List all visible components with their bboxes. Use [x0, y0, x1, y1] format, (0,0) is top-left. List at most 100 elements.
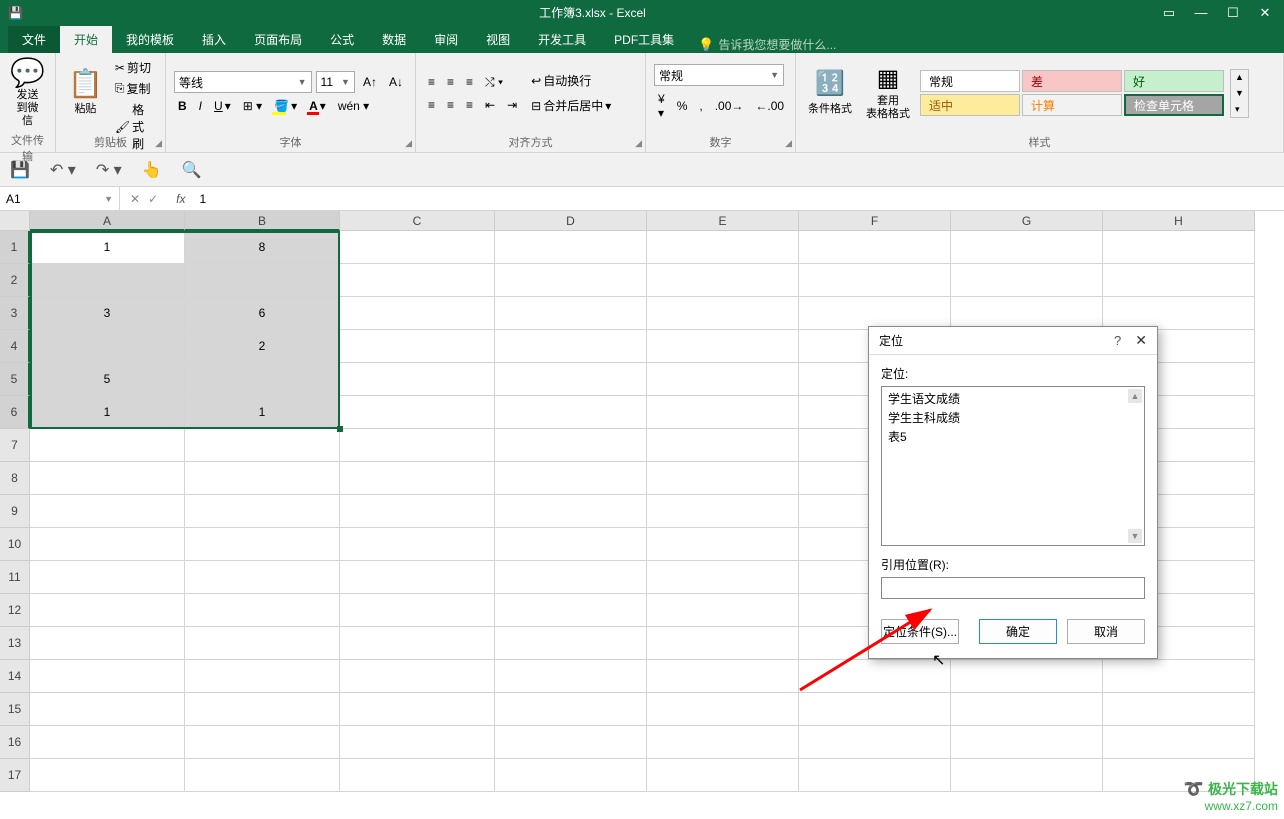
- touch-mode-button[interactable]: 👆: [142, 160, 162, 180]
- cell[interactable]: [495, 528, 647, 561]
- cell[interactable]: [647, 297, 799, 330]
- decrease-font-button[interactable]: A↓: [385, 73, 407, 91]
- font-name-combo[interactable]: 等线▼: [174, 71, 312, 93]
- underline-button[interactable]: U ▾: [210, 97, 235, 115]
- cell[interactable]: [495, 561, 647, 594]
- redo-button[interactable]: ↷ ▾: [96, 160, 122, 180]
- cell[interactable]: [340, 594, 495, 627]
- align-center-button[interactable]: ≡: [443, 96, 458, 114]
- border-button[interactable]: ⊞ ▾: [239, 97, 266, 115]
- cell[interactable]: [495, 660, 647, 693]
- cell[interactable]: [340, 297, 495, 330]
- print-preview-button[interactable]: 🔍: [182, 160, 202, 180]
- scroll-down-icon[interactable]: ▼: [1128, 529, 1142, 543]
- cell[interactable]: [30, 693, 185, 726]
- goto-listbox[interactable]: 学生语文成绩 学生主科成绩 表5 ▲ ▼: [881, 386, 1145, 546]
- cell[interactable]: [647, 462, 799, 495]
- font-launcher-icon[interactable]: ◢: [405, 138, 412, 149]
- styles-up-icon[interactable]: ▲: [1231, 70, 1248, 84]
- row-header[interactable]: 11: [0, 561, 30, 594]
- align-middle-button[interactable]: ≡: [443, 73, 458, 91]
- cell[interactable]: [30, 759, 185, 792]
- row-header[interactable]: 2: [0, 264, 30, 297]
- cell[interactable]: [495, 429, 647, 462]
- align-right-button[interactable]: ≡: [462, 96, 477, 114]
- cell[interactable]: [495, 264, 647, 297]
- italic-button[interactable]: I: [195, 97, 206, 115]
- cell[interactable]: [340, 462, 495, 495]
- cell[interactable]: [951, 759, 1103, 792]
- cell[interactable]: [30, 561, 185, 594]
- font-color-button[interactable]: A ▾: [305, 97, 330, 115]
- cell[interactable]: [647, 396, 799, 429]
- tab-my-templates[interactable]: 我的模板: [112, 26, 188, 53]
- row-header[interactable]: 4: [0, 330, 30, 363]
- cell[interactable]: 3: [30, 297, 185, 330]
- tell-me[interactable]: 💡 告诉我您想要做什么...: [688, 36, 836, 53]
- tab-formulas[interactable]: 公式: [316, 26, 368, 53]
- cell[interactable]: [30, 330, 185, 363]
- cell[interactable]: [185, 759, 340, 792]
- cell[interactable]: [1103, 231, 1255, 264]
- cell[interactable]: [185, 528, 340, 561]
- cell[interactable]: [340, 660, 495, 693]
- tab-insert[interactable]: 插入: [188, 26, 240, 53]
- format-table-button[interactable]: ▦ 套用 表格格式: [862, 63, 914, 123]
- cell[interactable]: [495, 297, 647, 330]
- row-header[interactable]: 14: [0, 660, 30, 693]
- cell[interactable]: [1103, 693, 1255, 726]
- cell[interactable]: [799, 231, 951, 264]
- cell[interactable]: [647, 264, 799, 297]
- cell[interactable]: [340, 363, 495, 396]
- cell[interactable]: [340, 396, 495, 429]
- dec-decimal-button[interactable]: ←.00: [751, 97, 788, 115]
- cell[interactable]: 1: [30, 231, 185, 264]
- cut-button[interactable]: ✂剪切: [111, 57, 157, 78]
- cell[interactable]: [30, 462, 185, 495]
- list-item[interactable]: 学生语文成绩: [884, 389, 1142, 408]
- special-button[interactable]: 定位条件(S)...: [881, 619, 959, 644]
- indent-inc-button[interactable]: ⇥: [503, 96, 521, 114]
- number-launcher-icon[interactable]: ◢: [785, 138, 792, 149]
- cell[interactable]: [647, 759, 799, 792]
- cell[interactable]: 1: [30, 396, 185, 429]
- minimize-icon[interactable]: —: [1186, 0, 1216, 25]
- send-wechat-button[interactable]: 💬 发送 到微信: [8, 57, 47, 130]
- cell[interactable]: [1103, 726, 1255, 759]
- cell[interactable]: [647, 693, 799, 726]
- ribbon-options-icon[interactable]: ▭: [1154, 0, 1184, 25]
- row-header[interactable]: 12: [0, 594, 30, 627]
- undo-button[interactable]: ↶ ▾: [50, 160, 76, 180]
- increase-font-button[interactable]: A↑: [359, 73, 381, 91]
- clipboard-launcher-icon[interactable]: ◢: [155, 138, 162, 149]
- cell[interactable]: [647, 660, 799, 693]
- reference-input[interactable]: [881, 577, 1145, 599]
- cell[interactable]: [495, 693, 647, 726]
- tab-data[interactable]: 数据: [368, 26, 420, 53]
- cell[interactable]: [647, 330, 799, 363]
- cell[interactable]: [340, 759, 495, 792]
- cell[interactable]: 1: [185, 396, 340, 429]
- align-left-button[interactable]: ≡: [424, 96, 439, 114]
- percent-button[interactable]: %: [673, 97, 692, 115]
- name-box[interactable]: A1 ▼: [0, 187, 120, 210]
- fill-handle[interactable]: [337, 426, 343, 432]
- row-header[interactable]: 5: [0, 363, 30, 396]
- col-header[interactable]: C: [340, 211, 495, 231]
- orientation-button[interactable]: ⤭ ▾: [481, 73, 507, 92]
- cell[interactable]: [495, 330, 647, 363]
- font-size-combo[interactable]: 11▼: [316, 71, 355, 93]
- cell[interactable]: [799, 759, 951, 792]
- list-item[interactable]: 表5: [884, 427, 1142, 446]
- row-header[interactable]: 9: [0, 495, 30, 528]
- cell[interactable]: [185, 693, 340, 726]
- row-header[interactable]: 6: [0, 396, 30, 429]
- indent-dec-button[interactable]: ⇤: [481, 96, 499, 114]
- cell[interactable]: [340, 495, 495, 528]
- cell[interactable]: [647, 429, 799, 462]
- cell[interactable]: [340, 561, 495, 594]
- merge-center-button[interactable]: ⊟合并后居中 ▾: [527, 95, 615, 116]
- phonetic-button[interactable]: wén ▾: [334, 97, 373, 115]
- cell[interactable]: [185, 495, 340, 528]
- col-header[interactable]: E: [647, 211, 799, 231]
